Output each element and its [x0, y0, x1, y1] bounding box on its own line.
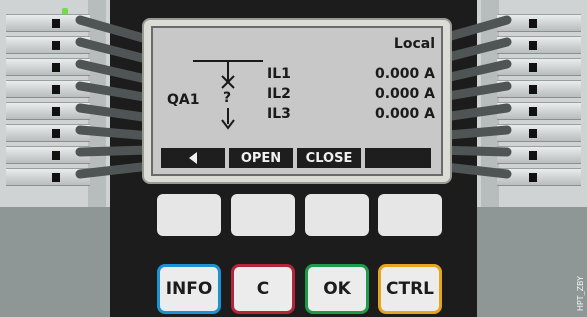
- info-button[interactable]: INFO: [157, 264, 221, 314]
- current-value: 0.000 A: [375, 86, 435, 102]
- softkey-bar: OPEN CLOSE: [161, 148, 435, 168]
- watermark: HPT_ZBY: [576, 275, 585, 311]
- current-label: IL3: [267, 106, 291, 122]
- close-softkey[interactable]: CLOSE: [297, 148, 361, 168]
- left-triangle-icon: [189, 152, 197, 164]
- current-value: 0.000 A: [375, 66, 435, 82]
- current-label: IL1: [267, 66, 291, 82]
- breaker-symbol: [193, 60, 263, 130]
- lcd-screen: Local ? QA1 IL1 0.000 A IL2 0.000 A IL3 …: [151, 26, 443, 176]
- softkey-button-1[interactable]: [157, 194, 221, 236]
- softkey-button-3[interactable]: [305, 194, 369, 236]
- softkey-button-4[interactable]: [378, 194, 442, 236]
- device-id-label: QA1: [167, 92, 200, 108]
- ctrl-button[interactable]: CTRL: [378, 264, 442, 314]
- ok-button[interactable]: OK: [305, 264, 369, 314]
- current-label: IL2: [267, 86, 291, 102]
- current-value: 0.000 A: [375, 106, 435, 122]
- device-frame: Local ? QA1 IL1 0.000 A IL2 0.000 A IL3 …: [0, 0, 587, 317]
- back-softkey[interactable]: [161, 148, 225, 168]
- switch-state-unknown: ?: [223, 90, 232, 106]
- empty-softkey[interactable]: [365, 148, 431, 168]
- control-mode-status: Local: [393, 36, 435, 52]
- clear-button[interactable]: C: [231, 264, 295, 314]
- softkey-button-2[interactable]: [231, 194, 295, 236]
- open-softkey[interactable]: OPEN: [229, 148, 293, 168]
